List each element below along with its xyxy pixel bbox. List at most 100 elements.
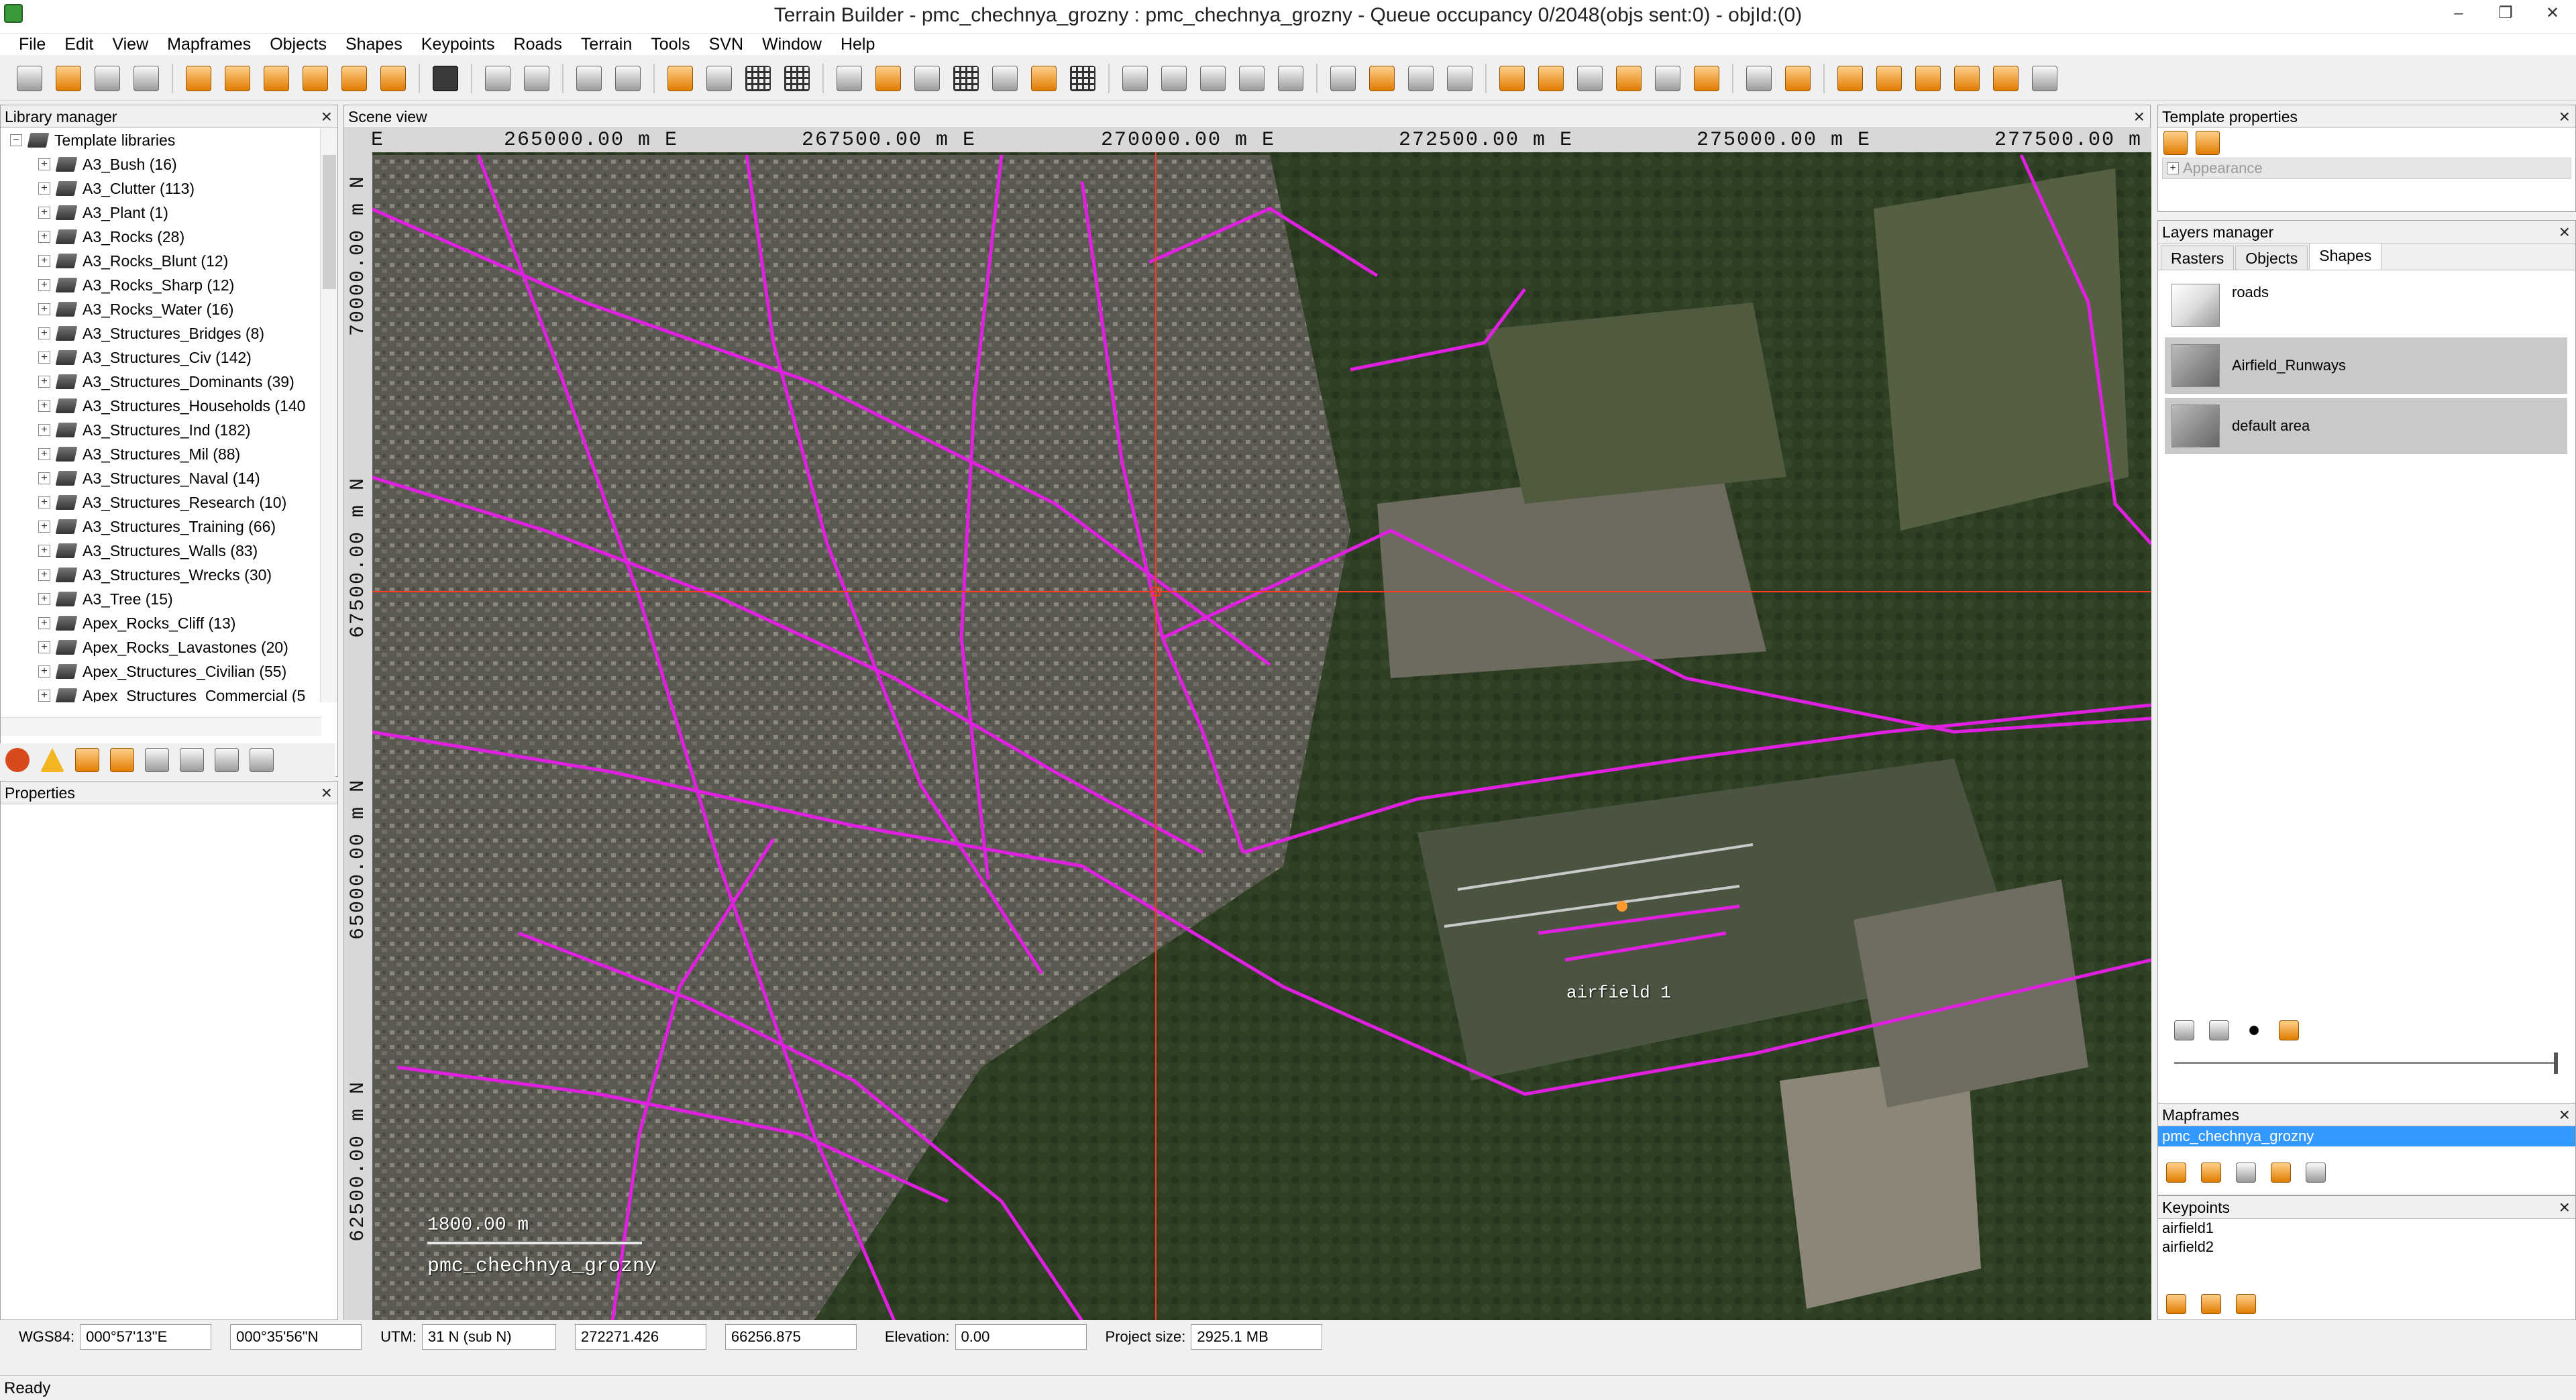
expand-icon[interactable]: +: [38, 569, 50, 581]
lock-icon[interactable]: [2279, 1020, 2299, 1040]
close-icon[interactable]: ×: [2559, 221, 2570, 244]
library-scrollbar[interactable]: [320, 128, 337, 702]
grid-orange-button[interactable]: [1026, 61, 1061, 96]
tools-button[interactable]: [1741, 61, 1776, 96]
expand-icon[interactable]: +: [2167, 162, 2179, 174]
grid-button[interactable]: [741, 61, 775, 96]
expand-icon[interactable]: +: [38, 327, 50, 339]
redo-button[interactable]: [519, 61, 554, 96]
tree-item[interactable]: + A3_Rocks (28): [1, 225, 316, 249]
menu-file[interactable]: File: [9, 34, 55, 55]
tab-objects[interactable]: Objects: [2235, 246, 2308, 270]
opacity-slider[interactable]: [2174, 1062, 2557, 1064]
close-icon[interactable]: ×: [2559, 105, 2570, 128]
tree-item[interactable]: + A3_Structures_Mil (88): [1, 442, 316, 466]
road-settings-button[interactable]: [2027, 61, 2062, 96]
close-icon[interactable]: ×: [2134, 105, 2145, 128]
close-icon[interactable]: ×: [321, 782, 332, 804]
mapframe-list-icon[interactable]: [2306, 1163, 2326, 1183]
trash-icon[interactable]: [215, 748, 239, 772]
object-button[interactable]: [832, 61, 867, 96]
sort-icon[interactable]: [2196, 131, 2220, 155]
expand-icon[interactable]: +: [38, 472, 50, 484]
scrollbar-thumb[interactable]: [323, 155, 336, 289]
expand-icon[interactable]: +: [38, 352, 50, 364]
tree-item[interactable]: + Apex_Structures_Civilian (55): [1, 659, 316, 684]
stairs-button[interactable]: [1650, 61, 1685, 96]
tab-shapes[interactable]: Shapes: [2309, 243, 2382, 270]
tree-item[interactable]: + A3_Bush (16): [1, 152, 316, 176]
road-add-button[interactable]: [1833, 61, 1868, 96]
expand-icon[interactable]: +: [38, 521, 50, 533]
menu-tools[interactable]: Tools: [641, 34, 699, 55]
expand-icon[interactable]: +: [38, 400, 50, 412]
road-edit-button[interactable]: [1872, 61, 1907, 96]
snap-tool-button[interactable]: [610, 61, 645, 96]
zoom-region-button[interactable]: [220, 61, 255, 96]
opacity-slider-handle[interactable]: [2554, 1053, 2558, 1074]
zoom-out-button[interactable]: [337, 61, 372, 96]
vertex-button[interactable]: [1442, 61, 1477, 96]
frame-image-button[interactable]: [1157, 61, 1191, 96]
open-project-button[interactable]: [51, 61, 86, 96]
zoom-button[interactable]: [181, 61, 216, 96]
map-canvas[interactable]: m E 265000.00 m E 267500.00 m E 270000.0…: [344, 128, 2151, 1321]
close-icon[interactable]: ×: [2559, 1196, 2570, 1219]
collapse-icon[interactable]: −: [10, 134, 22, 146]
warning-icon[interactable]: [40, 748, 64, 772]
list-button[interactable]: [1572, 61, 1607, 96]
menu-keypoints[interactable]: Keypoints: [412, 34, 504, 55]
expand-icon[interactable]: +: [38, 279, 50, 291]
expand-icon[interactable]: +: [38, 182, 50, 195]
expand-icon[interactable]: +: [38, 545, 50, 557]
tree-item[interactable]: + A3_Structures_Research (10): [1, 490, 316, 515]
mapframe-delete-icon[interactable]: [2236, 1163, 2256, 1183]
new-layer-icon[interactable]: [2174, 1020, 2194, 1040]
menu-roads[interactable]: Roads: [504, 34, 572, 55]
expand-icon[interactable]: +: [38, 496, 50, 508]
grid-dots-button[interactable]: [1065, 61, 1100, 96]
expand-icon[interactable]: +: [38, 376, 50, 388]
menu-svn[interactable]: SVN: [700, 34, 753, 55]
menu-edit[interactable]: Edit: [55, 34, 103, 55]
tree-item[interactable]: + A3_Rocks_Blunt (12): [1, 249, 316, 273]
keypoint-marker[interactable]: [1617, 901, 1627, 912]
import-icon[interactable]: [145, 748, 169, 772]
add-object-button[interactable]: [1495, 61, 1529, 96]
tab-rasters[interactable]: Rasters: [2161, 246, 2235, 270]
zoom-in-button[interactable]: [298, 61, 333, 96]
frame-edit-button[interactable]: [1195, 61, 1230, 96]
menu-window[interactable]: Window: [753, 34, 831, 55]
expand-icon[interactable]: +: [38, 690, 50, 702]
appearance-section[interactable]: + Appearance: [2162, 158, 2571, 179]
comment-icon[interactable]: [250, 748, 274, 772]
minimize-button[interactable]: –: [2435, 0, 2482, 27]
target-button[interactable]: [1273, 61, 1308, 96]
eye-icon[interactable]: [2244, 1020, 2264, 1040]
keypoint-delete-icon[interactable]: [2236, 1294, 2256, 1314]
layer-row-airfield-runways[interactable]: Airfield_Runways: [2165, 337, 2567, 394]
frame-button[interactable]: [1118, 61, 1152, 96]
mapframe-export-icon[interactable]: [2271, 1163, 2291, 1183]
categorize-icon[interactable]: [2163, 131, 2188, 155]
tree-item[interactable]: + Apex_Rocks_Lavastones (20): [1, 635, 316, 659]
trash-icon[interactable]: [2209, 1020, 2229, 1040]
magnet-button[interactable]: [1780, 61, 1815, 96]
road-tool-button[interactable]: [1988, 61, 2023, 96]
tree-item[interactable]: + A3_Structures_Ind (182): [1, 418, 316, 442]
expand-icon[interactable]: +: [38, 255, 50, 267]
tree-root[interactable]: − Template libraries: [1, 128, 316, 152]
tree-item[interactable]: + A3_Structures_Civ (142): [1, 345, 316, 370]
close-icon[interactable]: ×: [321, 105, 332, 128]
save-button[interactable]: [90, 61, 125, 96]
delete-icon[interactable]: [5, 748, 30, 772]
road-join-button[interactable]: [1949, 61, 1984, 96]
move-tool-button[interactable]: [572, 61, 606, 96]
grid-fine-button[interactable]: [780, 61, 814, 96]
crosshair-button[interactable]: [987, 61, 1022, 96]
tree-item[interactable]: + A3_Structures_Bridges (8): [1, 321, 316, 345]
add-library-icon[interactable]: [75, 748, 99, 772]
measure-button[interactable]: [663, 61, 698, 96]
tree-item[interactable]: + A3_Tree (15): [1, 587, 316, 611]
tree-item[interactable]: + A3_Structures_Dominants (39): [1, 370, 316, 394]
